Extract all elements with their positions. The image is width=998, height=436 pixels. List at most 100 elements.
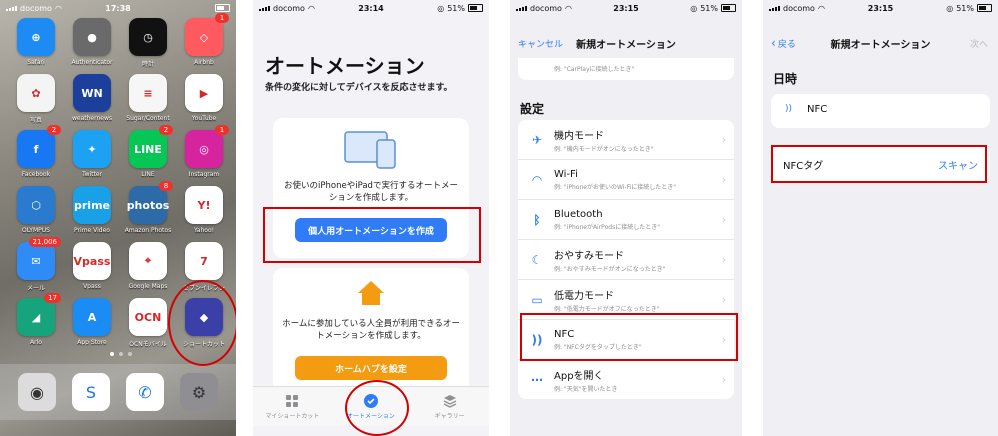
app-label: OLYMPUS: [22, 227, 50, 234]
app-glyph: ✦: [87, 142, 97, 156]
app-youtube[interactable]: ▶ YouTube: [182, 74, 226, 130]
app-label: YouTube: [191, 115, 217, 122]
app-authenticator[interactable]: ● Authenticator: [70, 18, 114, 74]
row-text: おやすみモード 例: "おやすみモードがオンになったとき": [554, 247, 665, 273]
app-label: Vpass: [83, 283, 101, 290]
row-text: Bluetooth 例: "iPhoneがAirPodsに接続したとき": [554, 209, 660, 231]
dock-glyph: ⚙: [191, 382, 207, 402]
app-label: Facebook: [21, 171, 51, 178]
back-label: 戻る: [777, 39, 796, 50]
page-dots: [110, 352, 132, 356]
app-glyph: ✉: [31, 254, 41, 268]
app-glyph: ≡: [143, 86, 153, 100]
app-glyph: Vpass: [73, 254, 111, 268]
row-glyph: ✈: [531, 132, 543, 147]
compass-icon: ⊕: [17, 18, 55, 56]
row-example: 例: "おやすみモードがオンになったとき": [554, 265, 666, 273]
app-yahoo[interactable]: Y! Yahoo!: [182, 186, 226, 242]
app-glyph: 7: [200, 254, 208, 268]
twitter-icon: ✦: [73, 130, 111, 168]
row-text: 低電力モード 例: "低電力モードがオフになったとき": [554, 287, 659, 313]
trigger-row[interactable]: ✈ 機内モード 例: "機内モードがオンになったとき" ›: [518, 120, 734, 160]
next-button[interactable]: 次へ: [970, 37, 988, 50]
chevron-left-icon: ‹: [771, 36, 776, 50]
notification-badge: 1: [215, 125, 229, 135]
ocn-phone-icon[interactable]: ✆: [126, 373, 164, 411]
camera-icon[interactable]: ◉: [18, 373, 56, 411]
app-olympus[interactable]: ⬡ OLYMPUS: [14, 186, 58, 242]
tab-label: ギャラリー: [434, 413, 465, 420]
row-title: 機内モード: [554, 130, 604, 142]
app-label: App Store: [77, 339, 107, 346]
highlight-box: [263, 207, 481, 263]
app-label: Instagram: [188, 171, 220, 178]
app-label: Safari: [27, 59, 45, 66]
wifi-icon: ◠: [526, 173, 548, 187]
section-header: 設定: [520, 102, 545, 116]
app-airbnb[interactable]: ◇ 1 Airbnb: [182, 13, 229, 74]
app-twitter[interactable]: ✦ Twitter: [70, 130, 114, 186]
app-glyph: ▶: [199, 86, 209, 100]
trigger-row[interactable]: ⋯ Appを開く 例: "天気"を開いたとき ›: [518, 360, 734, 399]
settings-icon[interactable]: ⚙: [180, 373, 218, 411]
home-automation-card: ホームに参加している人全員が利用できるオートメーションを作成します。 ホームハブ…: [273, 268, 469, 398]
app-prime-video[interactable]: prime Prime Video: [70, 186, 114, 242]
line-icon: LINE 2: [129, 125, 173, 168]
yahoo-icon: Y!: [185, 186, 223, 224]
status-bar: docomo ◠ 23:15 ◎ 51%: [510, 0, 742, 16]
notification-badge: 2: [159, 125, 173, 135]
nav-bar: キャンセル 新規オートメーション: [510, 30, 742, 56]
highlight-box: [771, 145, 987, 183]
app-glyph: f: [33, 142, 39, 156]
app-mail[interactable]: ✉ 21,006 メール: [14, 237, 61, 298]
notification-badge: 2: [47, 125, 61, 135]
app-line[interactable]: LINE 2 LINE: [126, 125, 173, 186]
app-clock[interactable]: ◷ 時計: [126, 18, 170, 74]
app-instagram[interactable]: ◎ 1 Instagram: [182, 125, 229, 186]
trigger-row[interactable]: ᛒ Bluetooth 例: "iPhoneがAirPodsに接続したとき" ›: [518, 200, 734, 240]
swipe-s-icon[interactable]: S: [72, 373, 110, 411]
back-button[interactable]: ‹ 戻る: [771, 36, 796, 50]
seven-eleven-icon: 7: [185, 242, 223, 280]
page-subtitle: 条件の変化に対してデバイスを反応させます。: [265, 83, 453, 93]
app-facebook[interactable]: f 2 Facebook: [14, 125, 61, 186]
home-icon: [358, 281, 384, 305]
app-glyph: prime: [74, 198, 110, 212]
dock-glyph: S: [85, 382, 97, 402]
app-glyph: ◎: [199, 142, 209, 156]
tab-gallery[interactable]: ギャラリー: [415, 393, 485, 420]
app-arlo[interactable]: ◢ 17 Arlo: [14, 293, 61, 354]
arlo-icon: ◢ 17: [17, 293, 61, 336]
status-bar: docomo ◠ 17:38: [0, 0, 236, 16]
app-ocn-mobile[interactable]: OCN OCNモバイル: [126, 298, 170, 354]
ocn-mobile-icon: OCN: [129, 298, 167, 336]
row-example: 例: "機内モードがオンになったとき": [554, 145, 654, 153]
app-amazon-photos[interactable]: photos 8 Amazon Photos: [125, 181, 173, 242]
trigger-row[interactable]: ☾ おやすみモード 例: "おやすみモードがオンになったとき" ›: [518, 240, 734, 280]
app-label: Authenticator: [71, 59, 113, 66]
dock-glyph: ◉: [30, 382, 44, 402]
app-compass[interactable]: ⊕ Safari: [14, 18, 58, 74]
app-google-maps[interactable]: ⌖ Google Maps: [126, 242, 170, 298]
trigger-row[interactable]: ◠ Wi-Fi 例: "iPhoneがお使いのWi-Fiに接続したとき" ›: [518, 160, 734, 200]
vpass-icon: Vpass: [73, 242, 111, 280]
app-grid-icon: ⋯: [526, 373, 548, 387]
notes-icon: ≡: [129, 74, 167, 112]
nav-title: 新規オートメーション: [830, 39, 931, 51]
tab-my-shortcuts[interactable]: マイショートカット: [257, 393, 327, 420]
notification-badge: 21,006: [28, 237, 61, 247]
app-app-store[interactable]: A App Store: [70, 298, 114, 354]
facebook-icon: f2: [17, 125, 61, 168]
app-notes[interactable]: ≡ Sugar/Content: [126, 74, 170, 130]
setup-home-hub-button[interactable]: ホームハブを設定: [295, 356, 447, 380]
app-weathernews[interactable]: WN weathernews: [70, 74, 114, 130]
chevron-right-icon: ›: [721, 173, 726, 186]
row-title: Wi-Fi: [554, 168, 578, 180]
cancel-button[interactable]: キャンセル: [518, 37, 563, 50]
app-label: 時計: [141, 61, 154, 68]
app-vpass[interactable]: Vpass Vpass: [70, 242, 114, 298]
row-example: 例: "低電力モードがオフになったとき": [554, 305, 660, 313]
layers-icon: [442, 393, 458, 409]
app-photos[interactable]: ✿ 写真: [14, 74, 58, 130]
instagram-icon: ◎ 1: [185, 125, 229, 168]
